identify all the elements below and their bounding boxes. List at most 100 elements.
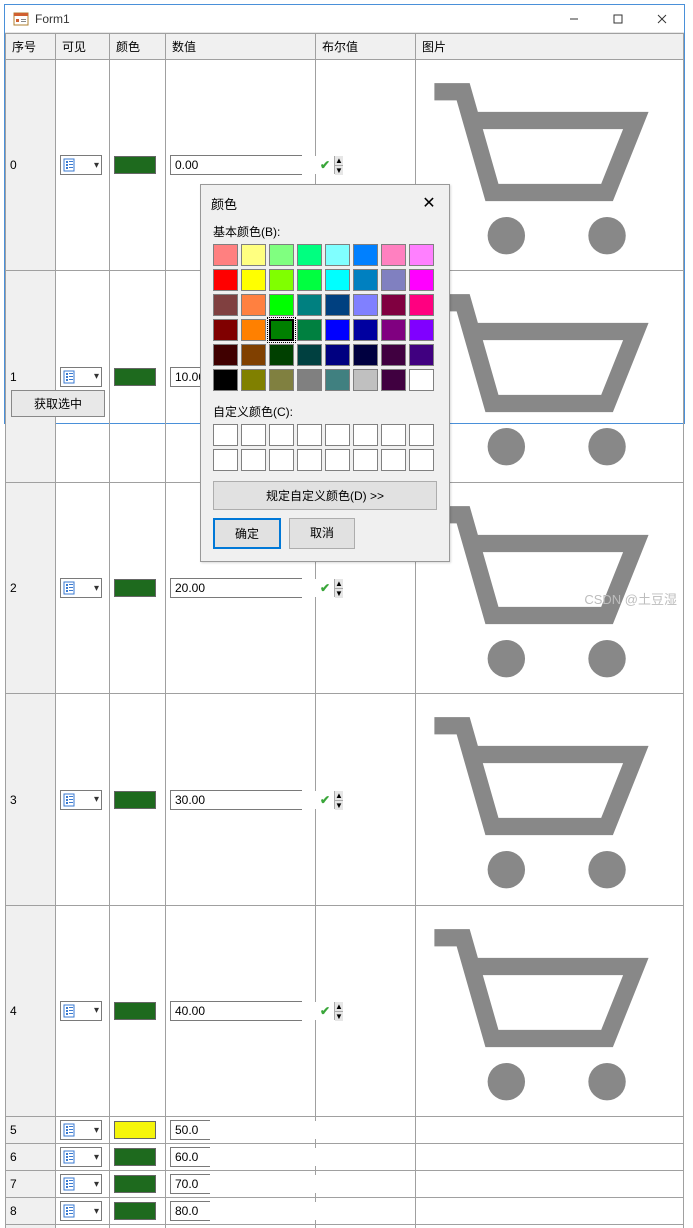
visible-dropdown[interactable]: ▾ <box>60 1201 102 1221</box>
color-swatch[interactable] <box>114 791 156 809</box>
color-cell[interactable] <box>297 269 322 291</box>
spin-up[interactable]: ▲ <box>335 791 343 801</box>
color-cell[interactable] <box>297 319 322 341</box>
color-cell[interactable] <box>353 294 378 316</box>
value-spinner[interactable] <box>170 1120 210 1140</box>
color-cell[interactable] <box>353 369 378 391</box>
visible-dropdown[interactable]: ▾ <box>60 1147 102 1167</box>
color-cell[interactable] <box>325 319 350 341</box>
spin-down[interactable]: ▼ <box>335 1012 343 1021</box>
table-row[interactable]: 6 ▾ <box>6 1144 684 1171</box>
color-swatch[interactable] <box>114 1202 156 1220</box>
value-input[interactable] <box>171 1148 334 1166</box>
visible-dropdown[interactable]: ▾ <box>60 1001 102 1021</box>
custom-color-cell[interactable] <box>353 424 378 446</box>
value-input[interactable] <box>171 156 334 174</box>
custom-color-cell[interactable] <box>381 449 406 471</box>
color-cell[interactable] <box>409 369 434 391</box>
table-row[interactable]: 9 ▾ <box>6 1225 684 1228</box>
color-cell[interactable] <box>381 244 406 266</box>
color-cell[interactable] <box>213 294 238 316</box>
color-cell[interactable] <box>325 244 350 266</box>
color-cell[interactable] <box>353 319 378 341</box>
table-row[interactable]: 8 ▾ <box>6 1198 684 1225</box>
spin-up[interactable]: ▲ <box>335 579 343 589</box>
maximize-button[interactable] <box>596 5 640 33</box>
value-spinner[interactable] <box>170 1174 210 1194</box>
custom-color-cell[interactable] <box>409 424 434 446</box>
custom-color-cell[interactable] <box>353 449 378 471</box>
color-cell[interactable] <box>409 294 434 316</box>
value-spinner[interactable] <box>170 1201 210 1221</box>
color-swatch[interactable] <box>114 1148 156 1166</box>
color-swatch[interactable] <box>114 368 156 386</box>
color-cell[interactable] <box>409 269 434 291</box>
spin-down[interactable]: ▼ <box>335 801 343 810</box>
visible-dropdown[interactable]: ▾ <box>60 578 102 598</box>
value-input[interactable] <box>171 579 334 597</box>
color-cell[interactable] <box>353 269 378 291</box>
value-spinner[interactable]: ▲▼ <box>170 578 302 598</box>
color-cell[interactable] <box>213 244 238 266</box>
color-cell[interactable] <box>353 344 378 366</box>
color-cell[interactable] <box>381 269 406 291</box>
table-row[interactable]: 7 ▾ <box>6 1171 684 1198</box>
custom-color-cell[interactable] <box>297 449 322 471</box>
custom-color-cell[interactable] <box>297 424 322 446</box>
color-cell[interactable] <box>381 344 406 366</box>
custom-color-cell[interactable] <box>241 424 266 446</box>
spin-down[interactable]: ▼ <box>335 589 343 598</box>
custom-color-cell[interactable] <box>241 449 266 471</box>
color-cell[interactable] <box>325 369 350 391</box>
value-spinner[interactable] <box>170 1147 210 1167</box>
visible-dropdown[interactable]: ▾ <box>60 1174 102 1194</box>
value-spinner[interactable]: ▲▼ <box>170 1001 302 1021</box>
color-cell[interactable] <box>409 319 434 341</box>
spin-up[interactable]: ▲ <box>335 1002 343 1012</box>
color-cell[interactable] <box>241 319 266 341</box>
color-cell[interactable] <box>213 319 238 341</box>
spin-up[interactable]: ▲ <box>335 156 343 166</box>
color-cell[interactable] <box>269 244 294 266</box>
color-swatch[interactable] <box>114 1002 156 1020</box>
cancel-button[interactable]: 取消 <box>289 518 355 549</box>
color-cell[interactable] <box>269 369 294 391</box>
color-cell[interactable] <box>381 369 406 391</box>
table-row[interactable]: 3 ▾ ▲▼ ✔ <box>6 694 684 905</box>
color-cell[interactable] <box>325 344 350 366</box>
visible-dropdown[interactable]: ▾ <box>60 155 102 175</box>
color-swatch[interactable] <box>114 1121 156 1139</box>
col-color[interactable]: 颜色 <box>110 34 166 60</box>
color-swatch[interactable] <box>114 1175 156 1193</box>
value-spinner[interactable]: ▲▼ <box>170 790 302 810</box>
value-input[interactable] <box>171 1175 334 1193</box>
col-bool[interactable]: 布尔值 <box>316 34 416 60</box>
col-visible[interactable]: 可见 <box>56 34 110 60</box>
color-cell[interactable] <box>269 344 294 366</box>
value-spinner[interactable]: ▲▼ <box>170 155 302 175</box>
color-cell[interactable] <box>269 319 294 341</box>
color-cell[interactable] <box>297 369 322 391</box>
visible-dropdown[interactable]: ▾ <box>60 367 102 387</box>
color-cell[interactable] <box>381 319 406 341</box>
color-swatch[interactable] <box>114 579 156 597</box>
color-cell[interactable] <box>241 369 266 391</box>
custom-color-cell[interactable] <box>213 449 238 471</box>
table-row[interactable]: 5 ▾ <box>6 1117 684 1144</box>
value-input[interactable] <box>171 1002 334 1020</box>
color-cell[interactable] <box>325 294 350 316</box>
col-seq[interactable]: 序号 <box>6 34 56 60</box>
custom-color-cell[interactable] <box>213 424 238 446</box>
close-button[interactable] <box>640 5 684 33</box>
color-cell[interactable] <box>269 294 294 316</box>
color-cell[interactable] <box>297 244 322 266</box>
get-selected-button[interactable]: 获取选中 <box>11 390 105 417</box>
color-cell[interactable] <box>353 244 378 266</box>
visible-dropdown[interactable]: ▾ <box>60 790 102 810</box>
color-cell[interactable] <box>409 244 434 266</box>
col-value[interactable]: 数值 <box>166 34 316 60</box>
color-cell[interactable] <box>241 344 266 366</box>
custom-color-cell[interactable] <box>269 449 294 471</box>
value-input[interactable] <box>171 791 334 809</box>
value-input[interactable] <box>171 1121 334 1139</box>
